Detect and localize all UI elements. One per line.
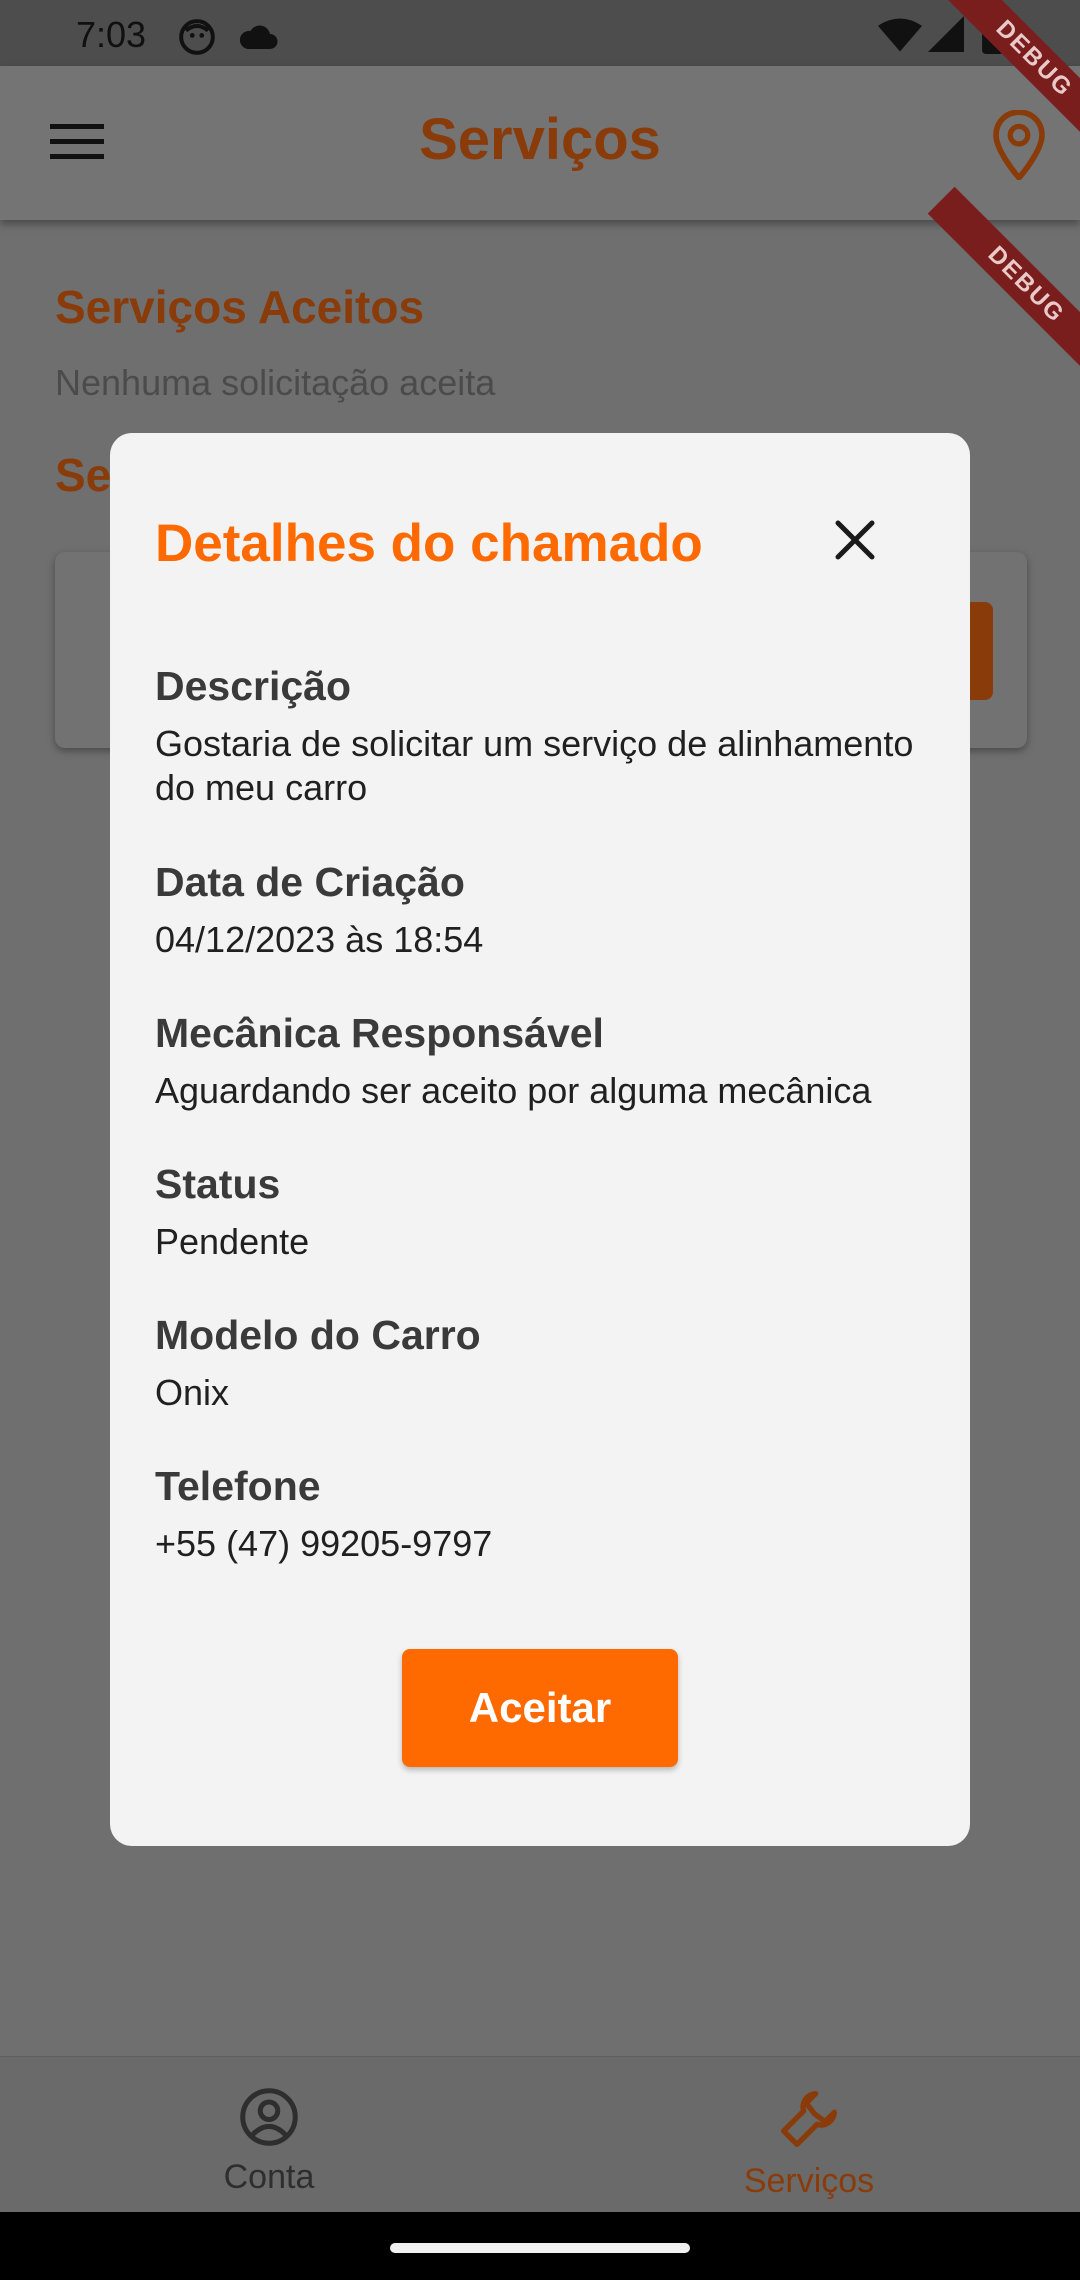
home-gesture-handle[interactable] bbox=[390, 2243, 690, 2253]
field-mechanic: Mecânica Responsável Aguardando ser acei… bbox=[155, 1010, 945, 1113]
status-time: 7:03 bbox=[76, 14, 147, 55]
map-pin-icon[interactable] bbox=[992, 109, 1046, 183]
nav-label-conta: Conta bbox=[223, 2158, 315, 2196]
field-value: Aguardando ser aceito por alguma mecânic… bbox=[155, 1070, 872, 1111]
field-label: Descrição bbox=[155, 663, 352, 709]
accepted-empty-text: Nenhuma solicitação aceita bbox=[55, 362, 496, 403]
dialog-title: Detalhes do chamado bbox=[155, 514, 703, 573]
nav-item-conta[interactable]: Conta bbox=[119, 2087, 419, 2197]
field-label: Modelo do Carro bbox=[155, 1312, 481, 1358]
cloud-icon bbox=[237, 22, 279, 57]
field-value: Gostaria de solicitar um serviço de alin… bbox=[155, 723, 914, 808]
app-bar: Serviços bbox=[0, 66, 1080, 220]
accept-button[interactable]: Aceitar bbox=[402, 1649, 678, 1767]
field-label: Mecânica Responsável bbox=[155, 1010, 604, 1056]
wifi-icon bbox=[878, 18, 922, 57]
field-description: Descrição Gostaria de solicitar um servi… bbox=[155, 663, 945, 810]
field-status: Status Pendente bbox=[155, 1161, 945, 1264]
field-car-model: Modelo do Carro Onix bbox=[155, 1312, 945, 1415]
call-details-dialog: Detalhes do chamado Descrição Gostaria d… bbox=[110, 433, 970, 1846]
wrench-icon bbox=[777, 2091, 841, 2155]
close-icon[interactable] bbox=[830, 515, 880, 565]
field-label: Data de Criação bbox=[155, 859, 465, 905]
accepted-services-title: Serviços Aceitos bbox=[55, 281, 425, 333]
field-value: Pendente bbox=[155, 1221, 310, 1262]
face-notification-icon bbox=[178, 18, 216, 61]
pending-services-title: Se bbox=[55, 449, 112, 501]
field-phone: Telefone +55 (47) 99205-9797 bbox=[155, 1463, 945, 1566]
field-label: Telefone bbox=[155, 1463, 321, 1509]
bottom-navigation: Conta Serviços bbox=[0, 2056, 1080, 2212]
field-value: 04/12/2023 às 18:54 bbox=[155, 919, 484, 960]
nav-item-servicos[interactable]: Serviços bbox=[659, 2087, 959, 2201]
field-value: +55 (47) 99205-9797 bbox=[155, 1523, 493, 1564]
status-bar: 7:03 bbox=[0, 0, 1080, 66]
system-nav-bar bbox=[0, 2212, 1080, 2280]
signal-icon bbox=[928, 16, 964, 57]
page-title: Serviços bbox=[419, 107, 661, 172]
field-value: Onix bbox=[155, 1372, 230, 1413]
field-creation-date: Data de Criação 04/12/2023 às 18:54 bbox=[155, 859, 945, 962]
field-label: Status bbox=[155, 1161, 281, 1207]
account-circle-icon bbox=[239, 2088, 299, 2151]
nav-label-servicos: Serviços bbox=[743, 2162, 875, 2200]
